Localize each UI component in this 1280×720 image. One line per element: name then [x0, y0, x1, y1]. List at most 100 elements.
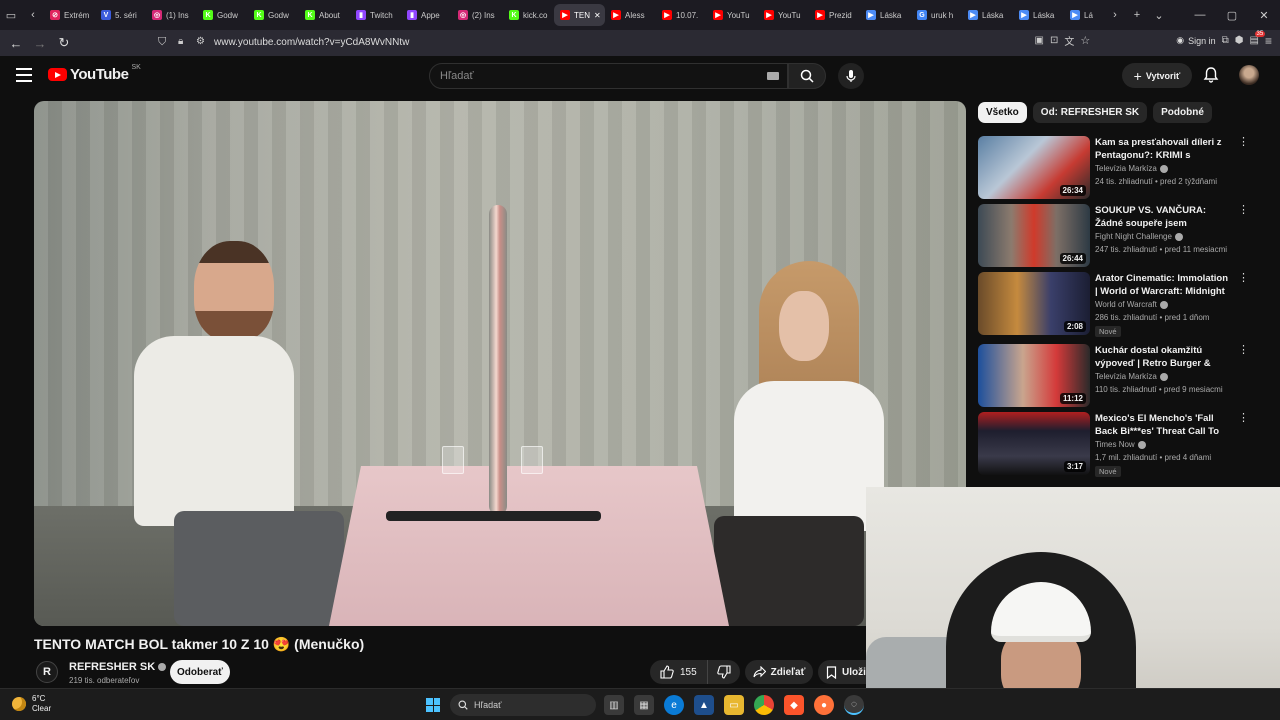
browser-tab[interactable]: ▶ Láska	[860, 4, 911, 26]
shield-icon[interactable]: ⛉	[158, 36, 166, 49]
store-icon[interactable]: ▦	[634, 695, 654, 715]
dislike-button[interactable]	[708, 660, 740, 684]
chrome-icon[interactable]	[754, 695, 774, 715]
video-player[interactable]	[34, 101, 966, 626]
minimize-icon[interactable]: —	[1184, 0, 1216, 30]
browser-tab[interactable]: ▶ Láska	[1013, 4, 1064, 26]
edge-icon[interactable]: e	[664, 695, 684, 715]
create-button[interactable]: + Vytvoriť	[1122, 63, 1192, 88]
browser-tab[interactable]: Guruk h	[911, 4, 962, 26]
shield-extension-icon[interactable]: ⬢	[1235, 35, 1244, 46]
search-input[interactable]: Hľadať	[429, 63, 788, 89]
user-avatar[interactable]	[1239, 65, 1259, 85]
recommended-channel-row[interactable]: Fight Night Challenge	[1095, 232, 1183, 241]
browser-tab[interactable]: ◎ (1) Ins	[146, 4, 197, 26]
picture-in-picture-icon[interactable]: ▣	[1035, 35, 1044, 46]
translate-icon[interactable]: 文	[1064, 33, 1074, 48]
lock-icon[interactable]: 🔒︎	[178, 36, 183, 47]
taskbar-search[interactable]: Hľadať	[450, 694, 596, 716]
windows-start-icon[interactable]	[426, 698, 440, 712]
new-tab-icon[interactable]: +	[1126, 4, 1148, 26]
browser-tab[interactable]: ▶ Láska	[962, 4, 1013, 26]
channel-avatar[interactable]: R	[36, 661, 58, 683]
channel-name-row[interactable]: REFRESHER SK	[69, 661, 167, 673]
recommended-title[interactable]: SOUKUP VS. VANČURA: Žádné soupeře jsem n…	[1095, 204, 1230, 230]
search-button[interactable]	[788, 63, 826, 89]
recommended-channel[interactable]: Televízia Markíza	[1095, 164, 1157, 173]
more-actions-icon[interactable]: ⋮	[1238, 413, 1249, 424]
share-button[interactable]: Zdieľať	[745, 660, 813, 684]
site-permissions-icon[interactable]: ⚙	[196, 36, 205, 47]
recommended-channel-row[interactable]: Televízia Markíza	[1095, 372, 1168, 381]
tab-overview-icon[interactable]: ▭	[0, 4, 22, 26]
photos-icon[interactable]: ▲	[694, 695, 714, 715]
browser-tab[interactable]: ▮ Appe	[401, 4, 452, 26]
recommended-title[interactable]: Mexico's El Mencho's 'Fall Back Bi***es'…	[1095, 412, 1230, 438]
browser-tab[interactable]: ▶ Aless	[605, 4, 656, 26]
browser-menu-icon[interactable]: ≡	[1265, 34, 1272, 48]
more-actions-icon[interactable]: ⋮	[1238, 345, 1249, 356]
more-actions-icon[interactable]: ⋮	[1238, 205, 1249, 216]
brave-icon[interactable]: ◆	[784, 695, 804, 715]
browser-tab[interactable]: K About	[299, 4, 350, 26]
bookmark-star-icon[interactable]: ☆	[1080, 34, 1090, 47]
browser-tab[interactable]: Kkick.co	[503, 4, 554, 26]
recommended-channel-row[interactable]: World of Warcraft	[1095, 300, 1168, 309]
hamburger-menu-icon[interactable]	[16, 68, 32, 82]
video-thumbnail[interactable]: 26:44	[978, 204, 1090, 267]
browser-tab[interactable]: ▶ Lá	[1064, 4, 1104, 26]
recommended-video[interactable]: 26:34 Kam sa presťahovali díleri z Pentag…	[978, 136, 1278, 200]
more-actions-icon[interactable]: ⋮	[1238, 273, 1249, 284]
recommended-channel[interactable]: Times Now	[1095, 440, 1135, 449]
recommended-video[interactable]: 26:44 SOUKUP VS. VANČURA: Žádné soupeře j…	[978, 204, 1278, 268]
chip-from-channel[interactable]: Od: REFRESHER SK	[1032, 102, 1148, 123]
url-field[interactable]: www.youtube.com/watch?v=yCdA8WvNNtw	[214, 37, 409, 48]
recommended-video[interactable]: 11:12 Kuchár dostal okamžitú výpoveď | Re…	[978, 344, 1278, 408]
video-thumbnail[interactable]: 11:12	[978, 344, 1090, 407]
firefox-icon[interactable]: ●	[814, 695, 834, 715]
task-view-icon[interactable]: ▥	[604, 695, 624, 715]
browser-tab[interactable]: K Godw	[197, 4, 248, 26]
recommended-channel[interactable]: Fight Night Challenge	[1095, 232, 1172, 241]
chip-all[interactable]: Všetko	[978, 102, 1027, 123]
like-button[interactable]: 155	[650, 660, 708, 684]
close-tab-icon[interactable]: ✕	[594, 11, 601, 20]
recommended-video[interactable]: 2:08 Arator Cinematic: Immolation | World…	[978, 272, 1278, 337]
channel-name[interactable]: REFRESHER SK	[69, 661, 155, 673]
browser-tab[interactable]: ▶ 10.07.	[656, 4, 707, 26]
recommended-channel[interactable]: World of Warcraft	[1095, 300, 1157, 309]
browser-tab[interactable]: ▮ Twitch	[350, 4, 401, 26]
forward-icon[interactable]: →	[28, 31, 52, 55]
video-thumbnail[interactable]: 3:17	[978, 412, 1090, 475]
close-window-icon[interactable]: ✕	[1248, 0, 1280, 30]
active-app-icon[interactable]: ◌	[844, 695, 864, 715]
scroll-tabs-right-icon[interactable]: ›	[1104, 4, 1126, 26]
browser-tab[interactable]: ◎ (2) Ins	[452, 4, 503, 26]
screenshot-icon[interactable]: ⊡	[1050, 35, 1058, 46]
recommended-title[interactable]: Kam sa presťahovali díleri z Pentagonu?:…	[1095, 136, 1230, 162]
more-actions-icon[interactable]: ⋮	[1238, 137, 1249, 148]
file-explorer-icon[interactable]: ▭	[724, 695, 744, 715]
browser-tab[interactable]: ▶ YouTu	[758, 4, 809, 26]
voice-search-button[interactable]	[838, 63, 864, 89]
youtube-logo[interactable]: YouTube SK	[48, 64, 141, 83]
browser-tab[interactable]: V 5. séri	[95, 4, 146, 26]
recommended-channel[interactable]: Televízia Markíza	[1095, 372, 1157, 381]
keyboard-icon[interactable]	[767, 72, 779, 80]
browser-tab[interactable]: ▶ YouTu	[707, 4, 758, 26]
chip-related[interactable]: Podobné	[1153, 102, 1212, 123]
tab-list-chevron-icon[interactable]: ⌄	[1148, 4, 1170, 26]
recommended-channel-row[interactable]: Televízia Markíza	[1095, 164, 1168, 173]
back-icon[interactable]: ←	[4, 31, 28, 55]
reload-icon[interactable]: ↻	[52, 31, 76, 55]
weather-widget[interactable]: 6°C Clear	[12, 694, 51, 714]
browser-tab[interactable]: ▶ Prezid	[809, 4, 860, 26]
subscribe-button[interactable]: Odoberať	[170, 660, 230, 684]
recommended-channel-row[interactable]: Times Now	[1095, 440, 1146, 449]
scroll-tabs-left-icon[interactable]: ‹	[22, 4, 44, 26]
video-thumbnail[interactable]: 2:08	[978, 272, 1090, 335]
recommended-title[interactable]: Kuchár dostal okamžitú výpoveď | Retro B…	[1095, 344, 1230, 370]
recommended-video[interactable]: 3:17 Mexico's El Mencho's 'Fall Back Bi**…	[978, 412, 1278, 477]
notifications-bell-icon[interactable]	[1202, 66, 1220, 84]
notifications-extension-icon[interactable]: ▤ 35	[1250, 31, 1266, 46]
